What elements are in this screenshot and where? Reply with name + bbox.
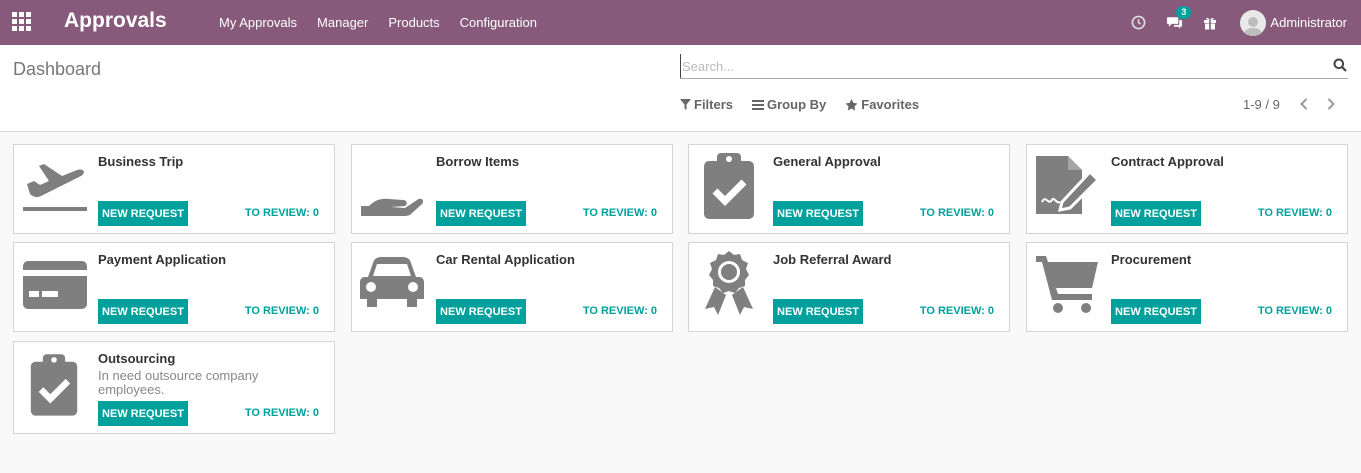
messages-icon[interactable]: 3: [1164, 5, 1192, 33]
messages-count-badge: 3: [1176, 5, 1192, 19]
credit-card-icon: [20, 249, 88, 317]
breadcrumb: Dashboard: [13, 59, 102, 79]
approval-card-car-rental-application: Car Rental Application NEW REQUEST TO RE…: [351, 242, 673, 332]
top-navbar: Approvals My Approvals Manager Products …: [0, 0, 1361, 45]
clipboard-check-icon: [20, 350, 88, 418]
group-by-label: Group By: [767, 97, 827, 112]
approval-card-outsourcing: Outsourcing In need outsource company em…: [13, 341, 335, 434]
new-request-button[interactable]: NEW REQUEST: [98, 401, 188, 426]
plane-departure-icon: [20, 151, 88, 219]
new-request-button[interactable]: NEW REQUEST: [1111, 201, 1201, 226]
menu-item-my-approvals[interactable]: My Approvals: [209, 15, 307, 30]
avatar: [1240, 9, 1267, 36]
search-bar: [680, 54, 1348, 79]
to-review-link[interactable]: TO REVIEW: 0: [920, 305, 994, 317]
main-menu: My Approvals Manager Products Configurat…: [209, 0, 547, 45]
user-name: Administrator: [1270, 15, 1347, 30]
award-icon: [695, 249, 763, 317]
search-icon[interactable]: [1333, 58, 1347, 72]
to-review-link[interactable]: TO REVIEW: 0: [583, 305, 657, 317]
group-by-button[interactable]: Group By: [752, 97, 826, 112]
star-icon: [845, 98, 858, 110]
file-signature-icon: [1033, 151, 1101, 219]
filters-button[interactable]: Filters: [680, 97, 733, 112]
card-title[interactable]: Procurement: [1111, 252, 1191, 267]
new-request-button[interactable]: NEW REQUEST: [436, 201, 526, 226]
card-title[interactable]: Car Rental Application: [436, 252, 575, 267]
new-request-button[interactable]: NEW REQUEST: [773, 201, 863, 226]
search-input[interactable]: [680, 54, 1320, 78]
filter-icon: [680, 99, 691, 110]
chevron-right-icon: [1327, 98, 1335, 110]
card-title[interactable]: Contract Approval: [1111, 154, 1224, 169]
card-title[interactable]: Outsourcing: [98, 351, 175, 366]
menu-item-products[interactable]: Products: [378, 15, 449, 30]
card-title[interactable]: Payment Application: [98, 252, 226, 267]
pager-next-button[interactable]: [1324, 96, 1338, 112]
to-review-link[interactable]: TO REVIEW: 0: [1258, 207, 1332, 219]
card-description: In need outsource company employees.: [98, 368, 259, 397]
activity-clock-icon[interactable]: [1128, 13, 1148, 33]
to-review-link[interactable]: TO REVIEW: 0: [245, 305, 319, 317]
user-menu[interactable]: Administrator: [1240, 9, 1347, 36]
pager-arrows: [1297, 96, 1351, 112]
app-title: Approvals: [64, 9, 167, 32]
clipboard-check-icon: [695, 151, 763, 219]
control-panel: Dashboard Filters Group By Favorites 1-9…: [0, 45, 1361, 132]
approval-card-general-approval: General Approval NEW REQUEST TO REVIEW: …: [688, 144, 1010, 234]
new-request-button[interactable]: NEW REQUEST: [773, 299, 863, 324]
gift-icon[interactable]: [1200, 13, 1220, 33]
pager-value[interactable]: 1-9 / 9: [1243, 97, 1280, 112]
approval-card-business-trip: Business Trip NEW REQUEST TO REVIEW: 0: [13, 144, 335, 234]
menu-item-manager[interactable]: Manager: [307, 15, 378, 30]
to-review-link[interactable]: TO REVIEW: 0: [1258, 305, 1332, 317]
search-options: Filters Group By Favorites: [680, 97, 938, 112]
new-request-button[interactable]: NEW REQUEST: [98, 201, 188, 226]
chevron-left-icon: [1300, 98, 1308, 110]
favorites-button[interactable]: Favorites: [845, 97, 919, 112]
to-review-link[interactable]: TO REVIEW: 0: [245, 407, 319, 419]
new-request-button[interactable]: NEW REQUEST: [1111, 299, 1201, 324]
menu-item-configuration[interactable]: Configuration: [450, 15, 547, 30]
new-request-button[interactable]: NEW REQUEST: [98, 299, 188, 324]
approval-card-borrow-items: Borrow Items NEW REQUEST TO REVIEW: 0: [351, 144, 673, 234]
approval-card-job-referral-award: Job Referral Award NEW REQUEST TO REVIEW…: [688, 242, 1010, 332]
shopping-cart-icon: [1033, 249, 1101, 317]
apps-menu-icon[interactable]: [12, 12, 32, 32]
systray: 3 Administrator: [1120, 0, 1361, 45]
card-title[interactable]: Job Referral Award: [773, 252, 892, 267]
pager-previous-button[interactable]: [1297, 96, 1311, 112]
approval-card-procurement: Procurement NEW REQUEST TO REVIEW: 0: [1026, 242, 1348, 332]
car-icon: [358, 249, 426, 317]
new-request-button[interactable]: NEW REQUEST: [436, 299, 526, 324]
to-review-link[interactable]: TO REVIEW: 0: [920, 207, 994, 219]
card-title[interactable]: Borrow Items: [436, 154, 519, 169]
card-title[interactable]: Business Trip: [98, 154, 183, 169]
hand-holding-icon: [358, 151, 426, 219]
card-title[interactable]: General Approval: [773, 154, 881, 169]
to-review-link[interactable]: TO REVIEW: 0: [245, 207, 319, 219]
to-review-link[interactable]: TO REVIEW: 0: [583, 207, 657, 219]
approval-card-contract-approval: Contract Approval NEW REQUEST TO REVIEW:…: [1026, 144, 1348, 234]
filters-label: Filters: [694, 97, 734, 112]
approval-card-payment-application: Payment Application NEW REQUEST TO REVIE…: [13, 242, 335, 332]
favorites-label: Favorites: [861, 97, 920, 112]
bars-icon: [752, 99, 765, 110]
